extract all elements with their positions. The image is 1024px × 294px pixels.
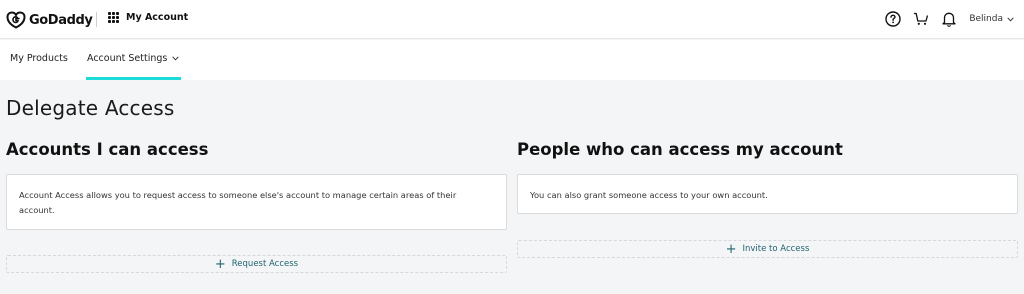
nav-account-settings[interactable]: Account Settings [87, 53, 180, 64]
brand-name: GoDaddy [29, 12, 93, 28]
chevron-down-icon [172, 56, 180, 61]
accounts-i-can-access-description: Account Access allows you to request acc… [19, 190, 457, 215]
my-account-label: My Account [126, 12, 189, 23]
invite-to-access-label: Invite to Access [742, 244, 810, 254]
people-who-can-access-title: People who can access my account [517, 140, 843, 159]
godaddy-logo-icon [6, 11, 26, 29]
user-name: Belinda [969, 14, 1003, 24]
main-content: Delegate Access Accounts I can access Ac… [0, 80, 1024, 294]
accounts-i-can-access-card: Account Access allows you to request acc… [6, 174, 507, 230]
sub-navigation: My Products Account Settings [0, 40, 1024, 80]
nav-my-products[interactable]: My Products [10, 53, 68, 64]
page-title: Delegate Access [6, 96, 175, 120]
people-who-can-access-card: You can also grant someone access to you… [517, 174, 1018, 214]
request-access-label: Request Access [231, 259, 299, 269]
invite-to-access-button[interactable]: + Invite to Access [517, 240, 1018, 258]
header-actions: Belinda [875, 9, 1014, 29]
nav-account-settings-label: Account Settings [87, 53, 168, 64]
header-divider [96, 12, 97, 27]
my-account-menu[interactable]: My Account [108, 12, 188, 23]
top-header: GoDaddy My Account Belinda [0, 0, 1024, 39]
people-who-can-access-description: You can also grant someone access to you… [530, 190, 768, 200]
apps-grid-icon [108, 12, 119, 23]
godaddy-logo[interactable]: GoDaddy [6, 10, 93, 30]
bell-icon[interactable] [939, 9, 959, 29]
accounts-i-can-access-title: Accounts I can access [6, 140, 209, 159]
user-menu[interactable]: Belinda [969, 14, 1014, 24]
chevron-down-icon [1007, 16, 1014, 22]
request-access-button[interactable]: + Request Access [6, 255, 507, 273]
help-icon[interactable] [883, 9, 903, 29]
plus-icon: + [214, 256, 226, 272]
plus-icon: + [725, 241, 737, 257]
cart-icon[interactable] [911, 9, 931, 29]
